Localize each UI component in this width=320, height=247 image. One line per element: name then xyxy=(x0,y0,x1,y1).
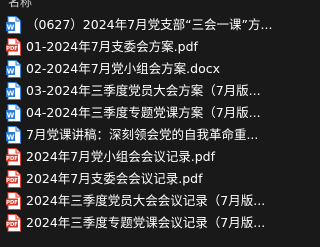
word-doc-icon: W xyxy=(6,126,21,144)
pdf-file-icon: PDF xyxy=(6,192,21,210)
name-column-label: 名称 xyxy=(8,0,33,9)
word-doc-icon: W xyxy=(6,104,21,122)
pdf-file-icon: PDF xyxy=(6,170,21,188)
svg-text:PDF: PDF xyxy=(6,178,18,184)
file-row[interactable]: PDF 2024年7月党小组会会议记录.pdf xyxy=(0,146,277,168)
file-row[interactable]: PDF 2024年7月支委会会议记录.pdf xyxy=(0,168,277,190)
svg-text:W: W xyxy=(7,89,15,97)
svg-text:PDF: PDF xyxy=(6,200,18,206)
file-row[interactable]: W 03-2024年三季度党员大会方案（7月版... xyxy=(0,80,277,102)
svg-text:W: W xyxy=(7,23,15,31)
file-name: 01-2024年7月支委会方案.pdf xyxy=(26,39,198,54)
column-header[interactable]: 名称 xyxy=(0,0,277,14)
file-name: 2024年三季度党员大会会议记录（7月版... xyxy=(26,193,266,208)
file-name: 2024年7月党小组会会议记录.pdf xyxy=(26,149,216,164)
file-name: 2024年7月支委会会议记录.pdf xyxy=(26,171,203,186)
file-row[interactable]: W （0627）2024年7月党支部“三会一课”方... xyxy=(0,14,277,36)
file-row[interactable]: W 7月党课讲稿：深刻领会党的自我革命重... xyxy=(0,124,277,146)
svg-text:W: W xyxy=(7,67,15,75)
word-doc-icon: W xyxy=(6,82,21,100)
svg-text:PDF: PDF xyxy=(6,46,18,52)
svg-text:W: W xyxy=(7,111,15,119)
svg-text:W: W xyxy=(7,133,15,141)
svg-text:PDF: PDF xyxy=(6,222,18,228)
word-doc-icon: W xyxy=(6,16,21,34)
word-doc-icon: W xyxy=(6,60,21,78)
file-row[interactable]: W 02-2024年7月党小组会方案.docx xyxy=(0,58,277,80)
file-name: 04-2024年三季度专题党课方案（7月版... xyxy=(26,105,261,120)
file-row[interactable]: PDF 2024年三季度专题党课会议记录（7月版... xyxy=(0,212,277,234)
file-row[interactable]: PDF 2024年三季度党员大会会议记录（7月版... xyxy=(0,190,277,212)
file-list: W （0627）2024年7月党支部“三会一课”方... PDF 01-2024… xyxy=(0,14,277,247)
file-name: 03-2024年三季度党员大会方案（7月版... xyxy=(26,83,261,98)
pdf-file-icon: PDF xyxy=(6,148,21,166)
file-name: 02-2024年7月党小组会方案.docx xyxy=(26,61,221,76)
file-list-panel: 名称 W （0627）2024年7月党支部“三会一课”方... PDF 01-2… xyxy=(0,0,277,247)
file-row[interactable]: W 04-2024年三季度专题党课方案（7月版... xyxy=(0,102,277,124)
file-name: 7月党课讲稿：深刻领会党的自我革命重... xyxy=(26,127,259,142)
file-name: 2024年三季度专题党课会议记录（7月版... xyxy=(26,215,266,230)
file-row[interactable]: PDF 01-2024年7月支委会方案.pdf xyxy=(0,36,277,58)
svg-text:PDF: PDF xyxy=(6,156,18,162)
pdf-file-icon: PDF xyxy=(6,214,21,232)
pdf-file-icon: PDF xyxy=(6,38,21,56)
file-name: （0627）2024年7月党支部“三会一课”方... xyxy=(26,17,273,32)
